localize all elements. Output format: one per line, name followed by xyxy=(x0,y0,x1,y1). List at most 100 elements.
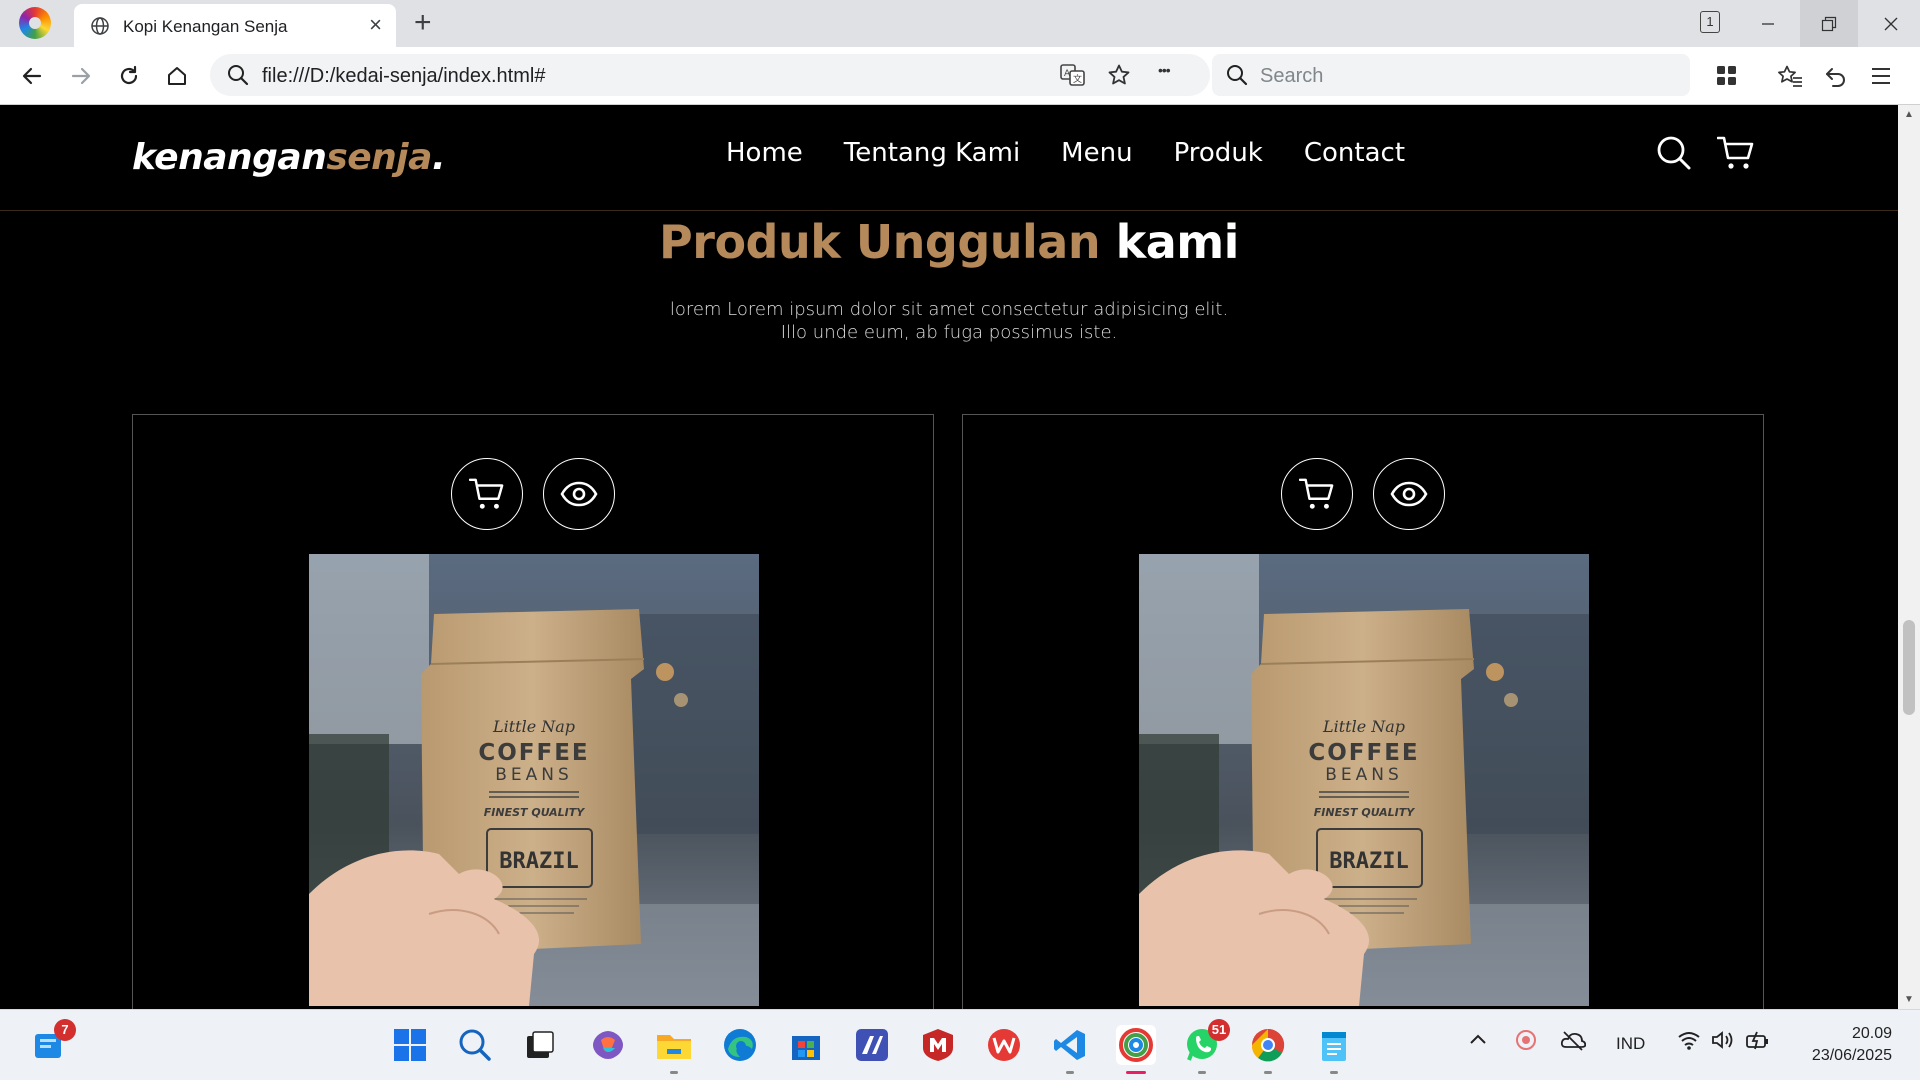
chrome-icon[interactable] xyxy=(1248,1025,1288,1074)
search-icon[interactable] xyxy=(455,1025,495,1065)
site-navbar: kenangansenja. Home Tentang Kami Menu Pr… xyxy=(0,105,1898,211)
volume-icon[interactable] xyxy=(1711,1030,1735,1055)
widgets-badge: 7 xyxy=(54,1019,76,1041)
browser-toolbar: file:///D:/kedai-senja/index.html# A文 ••… xyxy=(0,47,1920,105)
view-detail-button[interactable] xyxy=(543,458,615,530)
tab-count-badge[interactable]: 1 xyxy=(1700,11,1720,33)
view-detail-button[interactable] xyxy=(1373,458,1445,530)
forward-button[interactable] xyxy=(66,61,96,91)
scrollbar-thumb[interactable] xyxy=(1903,620,1915,715)
app-tray-icon[interactable] xyxy=(1515,1029,1537,1056)
minimize-button[interactable] xyxy=(1739,0,1797,47)
bag-title-text: COFFEE xyxy=(478,740,589,766)
wifi-icon[interactable] xyxy=(1677,1030,1701,1055)
apps-grid-icon[interactable] xyxy=(1712,61,1742,91)
cart-icon xyxy=(469,478,504,509)
bag-quality-text: FINEST QUALITY xyxy=(484,806,585,819)
svg-text:A: A xyxy=(1064,69,1071,79)
add-to-cart-button[interactable] xyxy=(451,458,523,530)
section-title-rest: kami xyxy=(1115,215,1240,269)
wps-office-icon[interactable] xyxy=(984,1025,1024,1065)
logo-text-accent: senja xyxy=(326,137,432,178)
copilot-icon[interactable] xyxy=(588,1025,628,1065)
cart-icon xyxy=(1299,478,1334,509)
search-icon[interactable] xyxy=(1656,135,1692,176)
browser-taskbar-icon[interactable] xyxy=(1116,1025,1156,1074)
cloud-offline-icon[interactable] xyxy=(1560,1029,1587,1056)
nav-link-tentang-kami[interactable]: Tentang Kami xyxy=(844,138,1020,168)
description-line-1: lorem Lorem ipsum dolor sit amet consect… xyxy=(669,299,1229,320)
nav-link-produk[interactable]: Produk xyxy=(1174,138,1263,168)
scroll-down-icon[interactable]: ▼ xyxy=(1904,994,1914,1005)
new-tab-button[interactable]: + xyxy=(414,8,432,38)
bag-subtitle-text: BEANS xyxy=(1325,765,1403,785)
nav-link-home[interactable]: Home xyxy=(726,138,803,168)
more-options-icon[interactable]: ••• xyxy=(1158,62,1171,78)
notepad-icon[interactable] xyxy=(1314,1025,1354,1074)
system-clock[interactable]: 20.09 23/06/2025 xyxy=(1812,1023,1892,1067)
description-line-2: Illo unde eum, ab fuga possimus iste. xyxy=(780,322,1118,343)
clock-date: 23/06/2025 xyxy=(1811,1047,1892,1064)
browser-logo-icon[interactable] xyxy=(19,7,51,39)
back-button[interactable] xyxy=(17,61,47,91)
product-image: Little Nap COFFEE BEANS FINEST QUALITY B… xyxy=(1139,554,1589,1006)
edge-icon[interactable] xyxy=(720,1025,760,1065)
bag-origin-text: BRAZIL xyxy=(499,849,578,874)
widgets-icon[interactable]: 7 xyxy=(28,1019,76,1065)
address-bar[interactable]: file:///D:/kedai-senja/index.html# A文 ••… xyxy=(210,54,1210,96)
bag-title-text: COFFEE xyxy=(1308,740,1419,766)
bag-quality-text: FINEST QUALITY xyxy=(1314,806,1415,819)
globe-icon xyxy=(90,16,110,41)
bag-subtitle-text: BEANS xyxy=(495,765,573,785)
product-card: Little Nap COFFEE BEANS FINEST QUALITY B… xyxy=(132,414,934,1009)
search-icon xyxy=(1226,64,1248,91)
add-to-cart-button[interactable] xyxy=(1281,458,1353,530)
bag-origin-text: BRAZIL xyxy=(1329,849,1408,874)
star-bookmark-icon[interactable] xyxy=(1107,63,1131,92)
site-logo[interactable]: kenangansenja. xyxy=(132,137,446,178)
mcafee-icon[interactable] xyxy=(918,1025,958,1065)
search-icon xyxy=(227,64,249,91)
nav-links: Home Tentang Kami Menu Produk Contact xyxy=(726,138,1405,168)
whatsapp-badge: 51 xyxy=(1208,1019,1230,1041)
menu-icon[interactable] xyxy=(1866,61,1896,91)
battery-icon[interactable] xyxy=(1745,1029,1771,1056)
start-icon[interactable] xyxy=(390,1025,430,1065)
close-tab-icon[interactable]: × xyxy=(369,14,382,36)
store-icon[interactable] xyxy=(786,1025,826,1065)
windows-taskbar: 7 51 IND 20.09 23/06/2025 xyxy=(0,1009,1920,1080)
chevron-up-icon[interactable] xyxy=(1468,1030,1488,1055)
file-explorer-icon[interactable] xyxy=(654,1025,694,1074)
language-indicator[interactable]: IND xyxy=(1616,1034,1645,1054)
search-box[interactable]: Search xyxy=(1212,54,1690,96)
nav-link-menu[interactable]: Menu xyxy=(1061,138,1132,168)
home-button[interactable] xyxy=(162,61,192,91)
close-window-button[interactable] xyxy=(1862,0,1920,47)
browser-tab-active[interactable]: Kopi Kenangan Senja × xyxy=(74,4,396,47)
translate-icon[interactable]: A文 xyxy=(1060,63,1086,92)
page-viewport: kenangansenja. Home Tentang Kami Menu Pr… xyxy=(0,105,1898,1009)
logo-dot: . xyxy=(431,137,446,178)
whatsapp-icon[interactable]: 51 xyxy=(1182,1019,1230,1074)
vscode-icon[interactable] xyxy=(1050,1025,1090,1074)
task-view-icon[interactable] xyxy=(520,1025,560,1065)
clock-time: 20.09 xyxy=(1851,1025,1892,1042)
favorites-icon[interactable] xyxy=(1775,61,1805,91)
browser-tab-bar: Kopi Kenangan Senja × + 1 xyxy=(0,0,1920,47)
section-title-highlight: Produk Unggulan xyxy=(659,215,1101,269)
eye-icon xyxy=(1390,481,1428,507)
editor-app-icon[interactable] xyxy=(852,1025,892,1065)
section-title: Produk Unggulan kami xyxy=(0,215,1898,269)
scroll-up-icon[interactable]: ▲ xyxy=(1904,109,1914,120)
url-text[interactable]: file:///D:/kedai-senja/index.html# xyxy=(262,65,545,88)
page-scrollbar[interactable]: ▲ ▼ xyxy=(1898,105,1920,1009)
restore-button[interactable] xyxy=(1800,0,1858,47)
cart-icon[interactable] xyxy=(1716,135,1755,176)
svg-text:文: 文 xyxy=(1073,73,1082,85)
bag-brand-text: Little Nap xyxy=(492,717,575,736)
reload-button[interactable] xyxy=(114,61,144,91)
nav-link-contact[interactable]: Contact xyxy=(1304,138,1405,168)
product-card: Little Nap COFFEE BEANS FINEST QUALITY B… xyxy=(962,414,1764,1009)
bag-brand-text: Little Nap xyxy=(1322,717,1405,736)
undo-icon[interactable] xyxy=(1821,61,1851,91)
